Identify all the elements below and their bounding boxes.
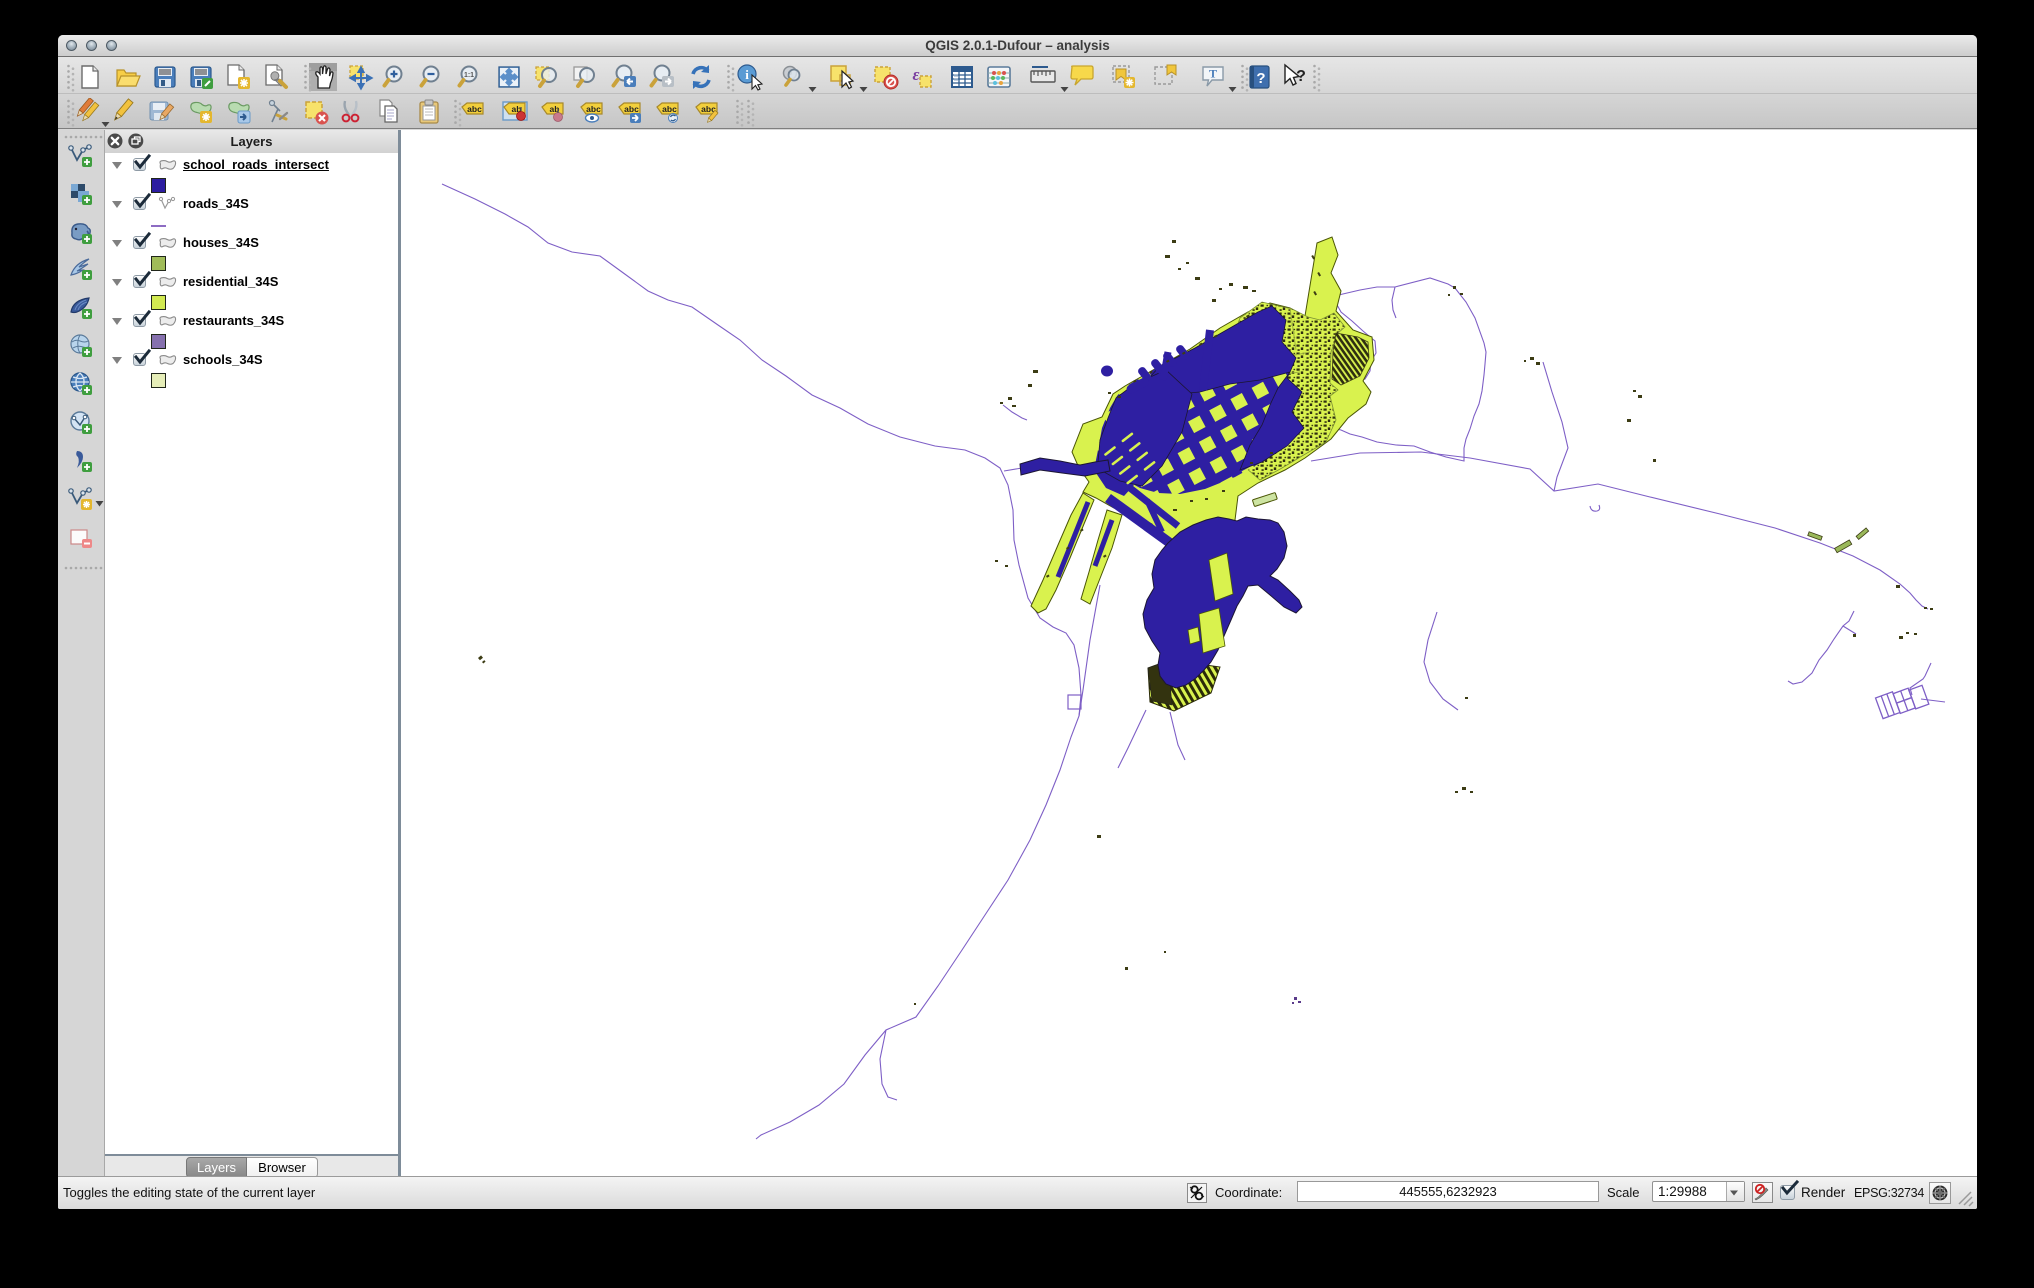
svg-text:i: i — [745, 67, 749, 82]
svg-text:abc: abc — [662, 104, 677, 114]
svg-text:abc: abc — [586, 104, 601, 114]
svg-text:ε: ε — [913, 65, 920, 84]
svg-text:abc: abc — [624, 104, 639, 114]
svg-text:1:1: 1:1 — [464, 72, 474, 79]
svg-text:?: ? — [1256, 70, 1265, 87]
svg-text:abc: abc — [467, 104, 482, 114]
svg-text:?: ? — [1296, 68, 1306, 85]
svg-text:T: T — [1209, 67, 1217, 81]
